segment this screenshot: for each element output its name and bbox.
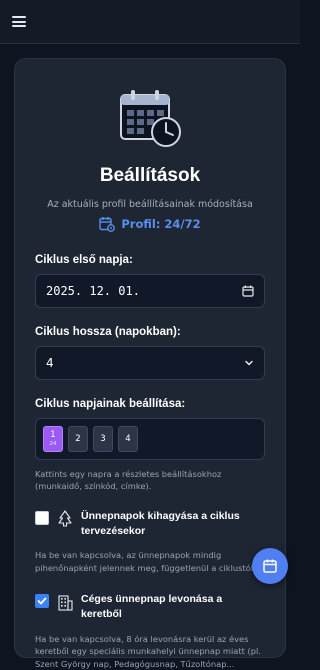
cycle-length-label: Ciklus hossza (napokban): (35, 326, 181, 338)
calendar-gear-icon (99, 217, 116, 232)
hamburger-menu-icon[interactable] (12, 16, 26, 27)
day-number: 3 (100, 433, 106, 444)
calendar-fab-button[interactable] (252, 548, 288, 584)
calendar-picker-icon[interactable] (242, 285, 254, 297)
profile-indicator: Profil: 24/72 (35, 216, 265, 232)
cycle-start-date-input[interactable]: 2025. 12. 01. (35, 274, 265, 308)
day-number: 1 (50, 430, 56, 440)
company-holiday-hint: Ha be van kapcsolva, 8 óra levonásra ker… (35, 633, 261, 669)
cycle-days-hint: Kattints egy napra a részletes beállítás… (35, 469, 222, 492)
skip-holidays-checkbox[interactable] (35, 510, 49, 525)
cycle-start-value: 2025. 12. 01. (46, 284, 140, 298)
settings-card: Beállítások Az aktuális profil beállítás… (14, 58, 286, 669)
day-number: 4 (125, 433, 131, 444)
cycle-length-value: 4 (46, 356, 54, 370)
cycle-day-1[interactable]: 1 24 (43, 426, 63, 452)
cycle-day-2[interactable]: 2 (68, 426, 88, 452)
company-holiday-checkbox[interactable] (35, 594, 49, 609)
page-title: Beállítások (99, 165, 201, 186)
skip-holidays-hint: Ha be van kapcsolva, az ünnepnapok mindi… (35, 550, 256, 573)
skip-holidays-option: Ünnepnapok kihagyása a ciklus tervezések… (35, 509, 265, 539)
cycle-day-3[interactable]: 3 (93, 426, 113, 452)
company-holiday-label: Céges ünnepnap levonása a keretből (81, 593, 223, 621)
page-subtitle: Az aktuális profil beállításainak módosí… (47, 199, 253, 210)
cycle-days-selector: 1 24 2 3 4 (35, 418, 265, 460)
company-holiday-option: Céges ünnepnap levonása a keretből (35, 592, 265, 622)
cycle-start-label: Ciklus első napja: (35, 254, 133, 266)
building-icon (58, 595, 73, 611)
profile-label: Profil: 24/72 (121, 217, 201, 231)
tree-icon (58, 510, 72, 527)
cycle-days-label: Ciklus napjainak beállítása: (35, 398, 186, 410)
calendar-icon (263, 559, 277, 573)
cycle-day-4[interactable]: 4 (118, 426, 138, 452)
cycle-length-select[interactable]: 4 (35, 346, 265, 380)
top-bar (0, 0, 300, 44)
skip-holidays-label: Ünnepnapok kihagyása a ciklus tervezések… (81, 509, 240, 538)
calendar-clock-icon (35, 89, 265, 147)
day-number: 2 (75, 433, 81, 444)
day-hours: 24 (49, 440, 57, 447)
checkmark-icon (37, 597, 47, 605)
chevron-down-icon (245, 360, 253, 366)
